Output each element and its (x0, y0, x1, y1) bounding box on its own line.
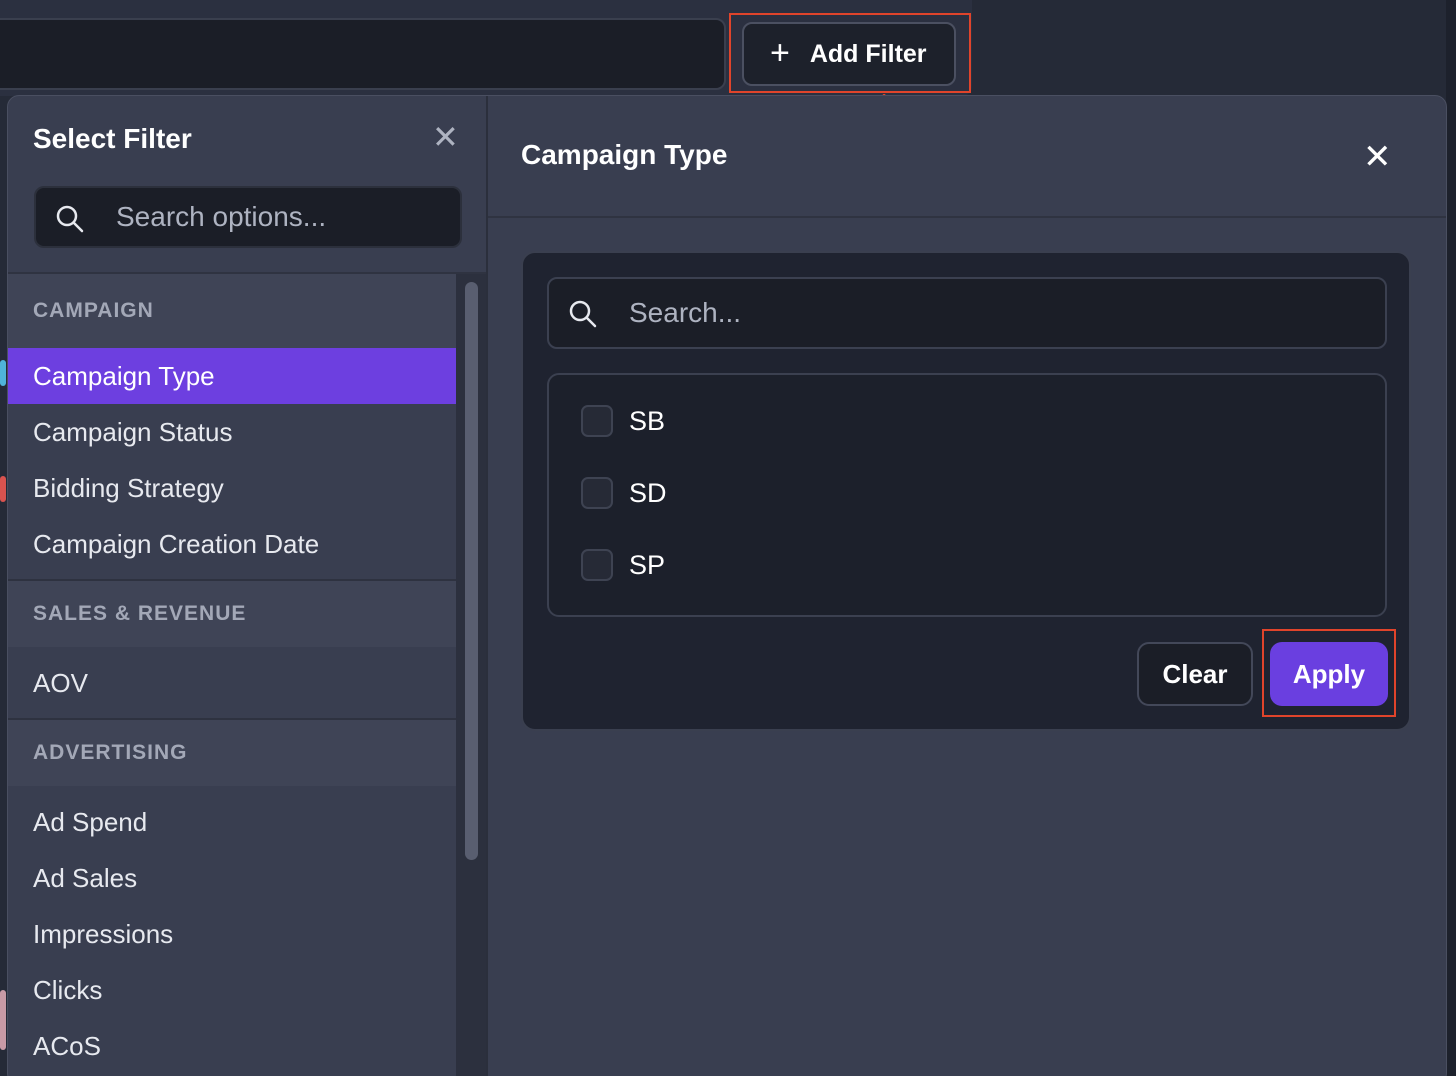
add-filter-button[interactable]: + Add Filter (742, 22, 956, 86)
select-filter-header: Select Filter ✕ (8, 96, 486, 274)
page-edge (1446, 0, 1456, 1076)
search-icon (569, 300, 597, 328)
checkbox[interactable] (581, 477, 613, 509)
filter-panel: Select Filter ✕ CAMPAIGN Campaign Type C… (7, 95, 1447, 1076)
clear-button[interactable]: Clear (1137, 642, 1253, 706)
background-accent (0, 360, 6, 386)
option-label: SP (629, 549, 666, 580)
background-accent (0, 990, 6, 1050)
option-label: SB (629, 405, 666, 436)
group-header-sales-revenue: SALES & REVENUE (8, 581, 456, 647)
options-list: SB SD SP (547, 373, 1387, 617)
filter-list: CAMPAIGN Campaign Type Campaign Status B… (8, 274, 456, 1074)
group-header-advertising: ADVERTISING (8, 720, 456, 786)
filter-item-ad-spend[interactable]: Ad Spend (8, 794, 456, 850)
scrollbar-track[interactable] (456, 274, 486, 1076)
filter-item-campaign-type[interactable]: Campaign Type (8, 348, 456, 404)
search-field[interactable] (547, 277, 1387, 349)
close-icon[interactable]: ✕ (1363, 140, 1392, 174)
search-options-field[interactable] (34, 186, 462, 248)
campaign-type-card: SB SD SP Clear Apply (521, 251, 1411, 731)
campaign-type-header: Campaign Type ✕ (488, 96, 1446, 218)
option-label: SD (629, 477, 667, 508)
select-filter-pane: Select Filter ✕ CAMPAIGN Campaign Type C… (8, 96, 488, 1076)
plus-icon: + (770, 33, 790, 72)
filter-bar[interactable] (0, 18, 726, 90)
filter-item-bidding-strategy[interactable]: Bidding Strategy (8, 460, 456, 516)
search-options-input[interactable] (116, 188, 456, 246)
filter-item-aov[interactable]: AOV (8, 655, 456, 711)
divider (8, 572, 456, 581)
search-input[interactable] (629, 279, 1369, 347)
select-filter-title: Select Filter (33, 123, 192, 154)
group-header-campaign: CAMPAIGN (8, 274, 456, 348)
campaign-type-title: Campaign Type (521, 139, 728, 170)
close-icon[interactable]: ✕ (432, 121, 459, 153)
divider (8, 711, 456, 720)
option-sp[interactable]: SP (581, 545, 665, 585)
apply-button[interactable]: Apply (1270, 642, 1388, 706)
filter-item-campaign-status[interactable]: Campaign Status (8, 404, 456, 460)
app-root: + Add Filter Select Filter ✕ CAMPA (0, 0, 1456, 1076)
filter-item-campaign-creation-date[interactable]: Campaign Creation Date (8, 516, 456, 572)
checkbox[interactable] (581, 549, 613, 581)
campaign-type-pane: Campaign Type ✕ SB (488, 96, 1446, 1076)
background-accent (0, 476, 6, 502)
scrollbar-thumb[interactable] (465, 282, 478, 860)
filter-item-acos[interactable]: ACoS (8, 1018, 456, 1074)
search-icon (56, 205, 84, 233)
option-sd[interactable]: SD (581, 473, 667, 513)
option-sb[interactable]: SB (581, 401, 665, 441)
filter-item-clicks[interactable]: Clicks (8, 962, 456, 1018)
filter-item-ad-sales[interactable]: Ad Sales (8, 850, 456, 906)
add-filter-label: Add Filter (809, 39, 927, 68)
filter-item-impressions[interactable]: Impressions (8, 906, 456, 962)
checkbox[interactable] (581, 405, 613, 437)
